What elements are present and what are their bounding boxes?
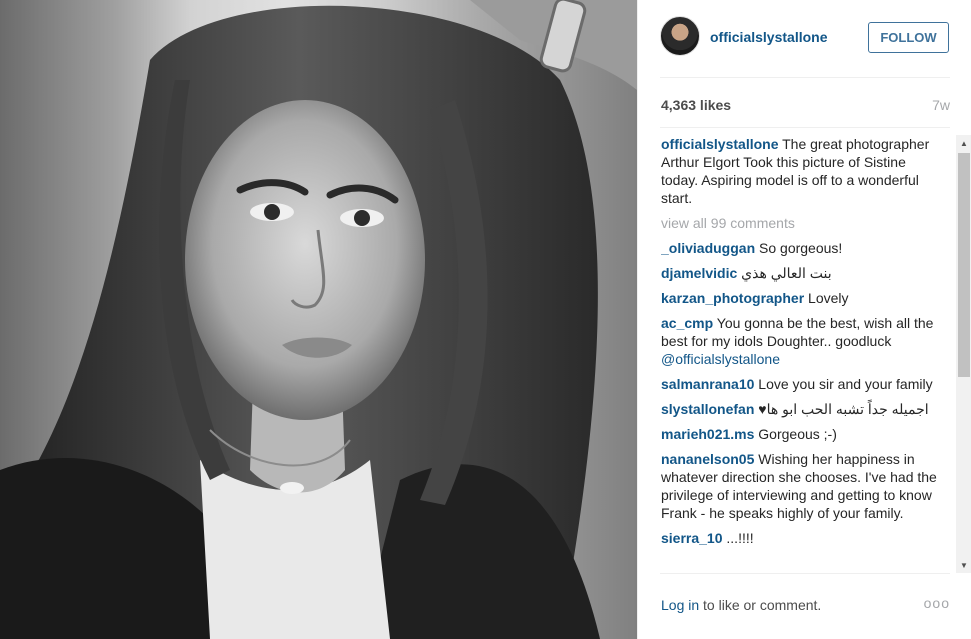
comment-item: karzan_photographer Lovely	[661, 289, 943, 307]
comment-username[interactable]: marieh021.ms	[661, 426, 754, 442]
divider	[660, 127, 950, 128]
comment-item: salmanrana10 Love you sir and your famil…	[661, 375, 943, 393]
caption-username[interactable]: officialslystallone	[661, 136, 778, 152]
scroll-thumb[interactable]	[958, 153, 970, 377]
login-row: Log in to like or comment. ooo	[661, 595, 950, 617]
portrait-image	[0, 0, 637, 639]
comment-text: ♥اجميله جداً تشبه الحب ابو ها	[754, 401, 929, 417]
comment-item: marieh021.ms Gorgeous ;-)	[661, 425, 943, 443]
likes-count[interactable]: 4,363 likes	[661, 97, 731, 113]
comment-username[interactable]: ac_cmp	[661, 315, 713, 331]
divider	[660, 77, 950, 78]
comment-username[interactable]: _oliviaduggan	[661, 240, 755, 256]
comment-item: ac_cmp You gonna be the best, wish all t…	[661, 314, 943, 368]
post-age[interactable]: 7w	[932, 97, 950, 113]
username-link[interactable]: officialslystallone	[710, 29, 827, 45]
comments-scrollbar[interactable]: ▲ ▼	[956, 135, 971, 573]
avatar[interactable]	[660, 16, 700, 56]
follow-button[interactable]: FOLLOW	[868, 22, 949, 53]
comment-username[interactable]: sierra_10	[661, 530, 723, 546]
post-photo[interactable]	[0, 0, 637, 639]
scroll-up-arrow-icon[interactable]: ▲	[956, 135, 971, 151]
comment-text: Gorgeous ;-)	[754, 426, 837, 442]
comment-text: Lovely	[804, 290, 849, 306]
caption: officialslystallone The great photograph…	[661, 135, 943, 207]
more-options-icon[interactable]: ooo	[924, 595, 950, 611]
comment-username[interactable]: nananelson05	[661, 451, 754, 467]
comment-username[interactable]: karzan_photographer	[661, 290, 804, 306]
comment-item: nananelson05 Wishing her happiness in wh…	[661, 450, 943, 522]
divider	[660, 573, 950, 574]
comment-username[interactable]: salmanrana10	[661, 376, 754, 392]
likes-row: 4,363 likes 7w	[661, 97, 950, 117]
comment-mention-link[interactable]: @officialslystallone	[661, 351, 780, 367]
view-all-comments-link[interactable]: view all 99 comments	[661, 214, 943, 232]
post-sidebar: officialslystallone FOLLOW 4,363 likes 7…	[637, 0, 971, 639]
comment-item: _oliviaduggan So gorgeous!	[661, 239, 943, 257]
comment-username[interactable]: slystallonefan	[661, 401, 754, 417]
comment-text: Love you sir and your family	[754, 376, 933, 392]
comment-item: sierra_10 ...!!!!	[661, 529, 943, 547]
login-link[interactable]: Log in	[661, 597, 699, 613]
comment-item: djamelvidic بنت العالي هذي	[661, 264, 943, 282]
comment-username[interactable]: djamelvidic	[661, 265, 737, 281]
comments-list[interactable]: officialslystallone The great photograph…	[661, 135, 943, 573]
scroll-down-arrow-icon[interactable]: ▼	[956, 557, 971, 573]
login-prompt-text: to like or comment.	[699, 597, 822, 613]
comment-text: So gorgeous!	[755, 240, 843, 256]
comment-text: بنت العالي هذي	[737, 265, 832, 281]
comment-text: ...!!!!	[722, 530, 754, 546]
comment-item: slystallonefan ♥اجميله جداً تشبه الحب اب…	[661, 400, 943, 418]
post-header: officialslystallone FOLLOW	[660, 16, 950, 60]
